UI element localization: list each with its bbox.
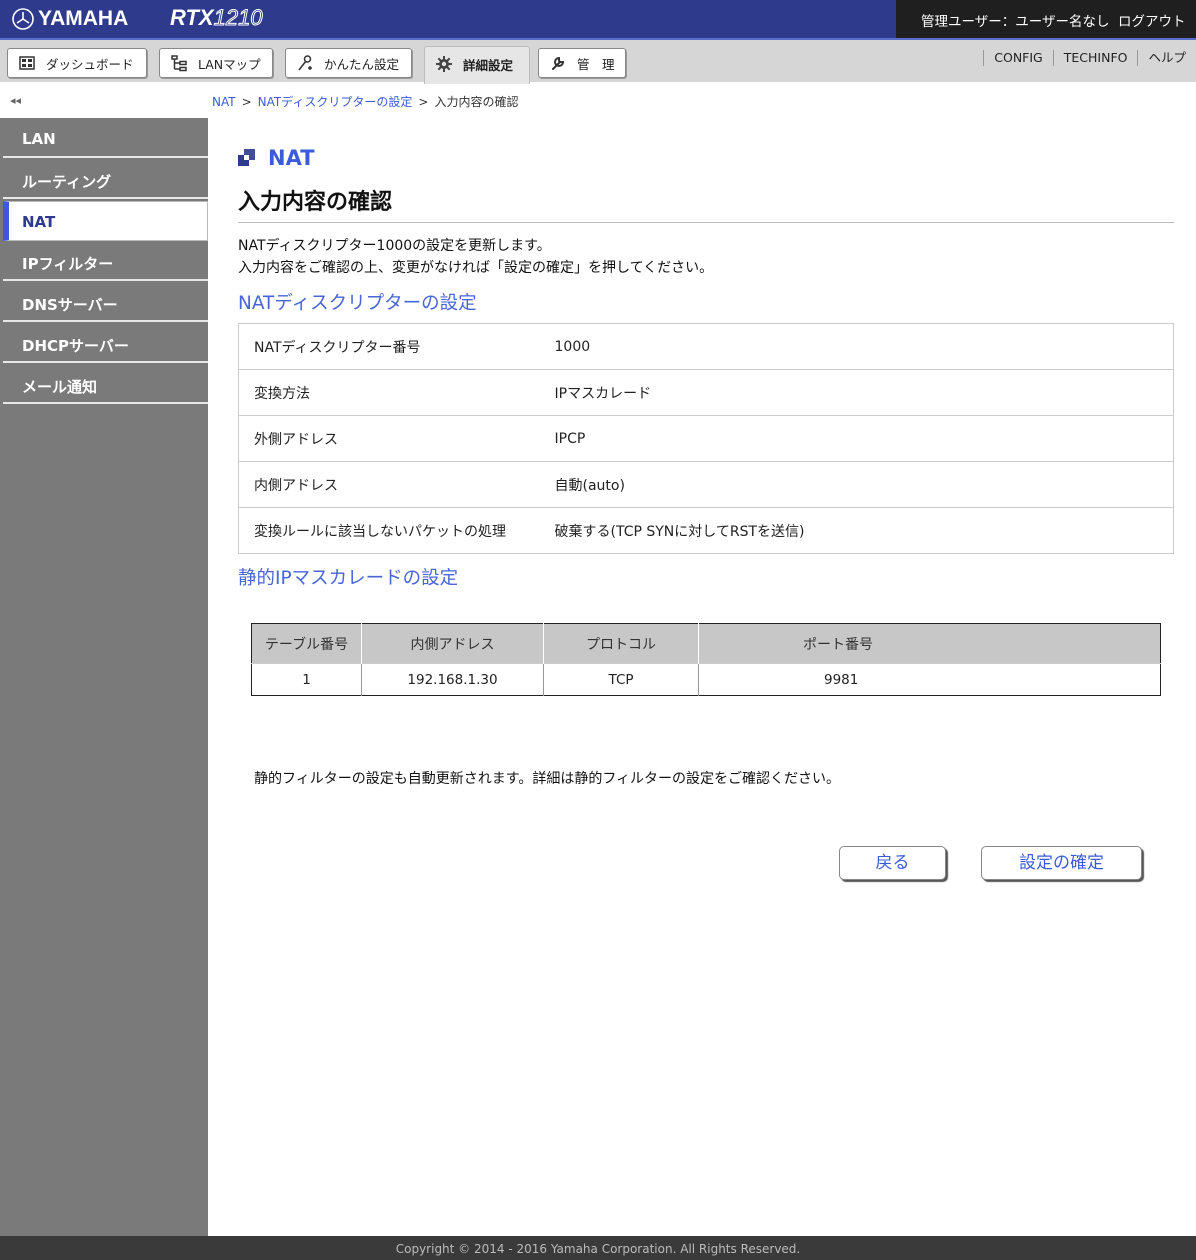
- lan-map-icon: [171, 55, 187, 72]
- wrench-icon: [552, 56, 565, 70]
- sidebar-item-lan[interactable]: LAN: [3, 119, 208, 158]
- model-name: RTX1210: [170, 5, 263, 31]
- user-box: 管理ユーザー：ユーザー名なし ログアウト: [896, 0, 1196, 38]
- brand-name: YAMAHA: [38, 7, 129, 30]
- top-header: YAMAHA RTX1210 管理ユーザー：ユーザー名なし ログアウト: [0, 0, 1196, 38]
- config-link[interactable]: CONFIG: [983, 50, 1052, 66]
- breadcrumb: NAT > NATディスクリプターの設定 > 入力内容の確認: [212, 95, 519, 109]
- nat-settings-table: NATディスクリプター番号 1000 変換方法 IPマスカレード 外側アドレス IPC…: [238, 323, 1174, 554]
- back-button[interactable]: 戻る: [839, 846, 946, 880]
- static-masquerade-table: テーブル番号 内側アドレス プロトコル ポート番号 1 192.168.1.30…: [251, 623, 1161, 696]
- sidebar-item-nat[interactable]: NAT: [3, 201, 208, 241]
- table-row: 変換ルールに該当しないパケットの処理 破棄する(TCP SYNに対してRSTを送信…: [238, 507, 1174, 554]
- sidebar-item-ip-filter[interactable]: IPフィルター: [3, 242, 208, 281]
- table-header-row: テーブル番号 内側アドレス プロトコル ポート番号: [251, 623, 1161, 664]
- table-row: 内側アドレス 自動(auto): [238, 461, 1174, 508]
- breadcrumb-current: 入力内容の確認: [434, 95, 519, 109]
- breadcrumb-link-nat[interactable]: NAT: [212, 95, 236, 109]
- user-label: 管理ユーザー：ユーザー名なし: [921, 14, 1110, 30]
- table-row: 1 192.168.1.30 TCP 9981: [251, 663, 1161, 696]
- copyright-text: Copyright © 2014 - 2016 Yamaha Corporati…: [395, 1242, 801, 1256]
- logout-link[interactable]: ログアウト: [1118, 10, 1186, 30]
- yamaha-logo: YAMAHA: [12, 6, 128, 32]
- sidebar-item-mail-notification[interactable]: メール通知: [3, 365, 208, 404]
- page-title: 入力内容の確認: [238, 190, 393, 215]
- table-row: NATディスクリプター番号 1000: [238, 323, 1174, 370]
- techinfo-link[interactable]: TECHINFO: [1052, 50, 1138, 66]
- double-left-arrow-icon: ◂◂: [10, 94, 22, 107]
- footer: Copyright © 2014 - 2016 Yamaha Corporati…: [0, 1236, 1196, 1260]
- tab-easy-setup[interactable]: かんたん設定: [285, 48, 412, 78]
- tab-management[interactable]: 管 理: [538, 48, 626, 78]
- static-masquerade-heading: 静的IPマスカレードの設定: [238, 568, 459, 589]
- tab-dashboard[interactable]: ダッシュボード: [7, 48, 147, 78]
- top-links: CONFIG TECHINFO ヘルプ: [983, 50, 1196, 70]
- confirm-settings-button[interactable]: 設定の確定: [981, 846, 1142, 880]
- main-tab-bar: ダッシュボード LANマップ かんたん設定 詳細設定 管 理 CONFIG TE…: [0, 38, 1196, 84]
- sidebar-item-dns-server[interactable]: DNSサーバー: [3, 283, 208, 322]
- title-divider: [238, 222, 1174, 223]
- help-link[interactable]: ヘルプ: [1137, 50, 1196, 66]
- intro-text: NATディスクリプター1000の設定を更新します。 入力内容をご確認の上、変更が…: [238, 238, 714, 276]
- breadcrumb-link-nat-descriptor[interactable]: NATディスクリプターの設定: [258, 95, 413, 109]
- sidebar: ◂◂ LAN ルーティング NAT IPフィルター DNSサーバー DHCPサー…: [0, 82, 208, 1236]
- section-title: NAT: [238, 140, 1174, 176]
- sidebar-collapse-button[interactable]: ◂◂: [0, 82, 208, 118]
- section-square-icon: [238, 149, 256, 167]
- tab-lan-map[interactable]: LANマップ: [159, 48, 273, 78]
- gear-icon: [436, 56, 452, 72]
- nat-descriptor-heading: NATディスクリプターの設定: [238, 293, 477, 314]
- yamaha-tuning-fork-icon: [12, 8, 34, 30]
- tab-advanced-settings[interactable]: 詳細設定: [424, 46, 530, 84]
- main-content: NAT 入力内容の確認 NATディスクリプター1000の設定を更新します。 入力…: [238, 140, 1174, 880]
- sidebar-item-dhcp-server[interactable]: DHCPサーバー: [3, 324, 208, 363]
- dashboard-icon: [19, 56, 35, 70]
- table-row: 変換方法 IPマスカレード: [238, 369, 1174, 416]
- note-text: 静的フィルターの設定も自動更新されます。詳細は静的フィルターの設定をご確認くださ…: [254, 771, 841, 787]
- table-row: 外側アドレス IPCP: [238, 415, 1174, 462]
- sidebar-item-routing[interactable]: ルーティング: [3, 160, 208, 199]
- wand-icon: [298, 55, 312, 71]
